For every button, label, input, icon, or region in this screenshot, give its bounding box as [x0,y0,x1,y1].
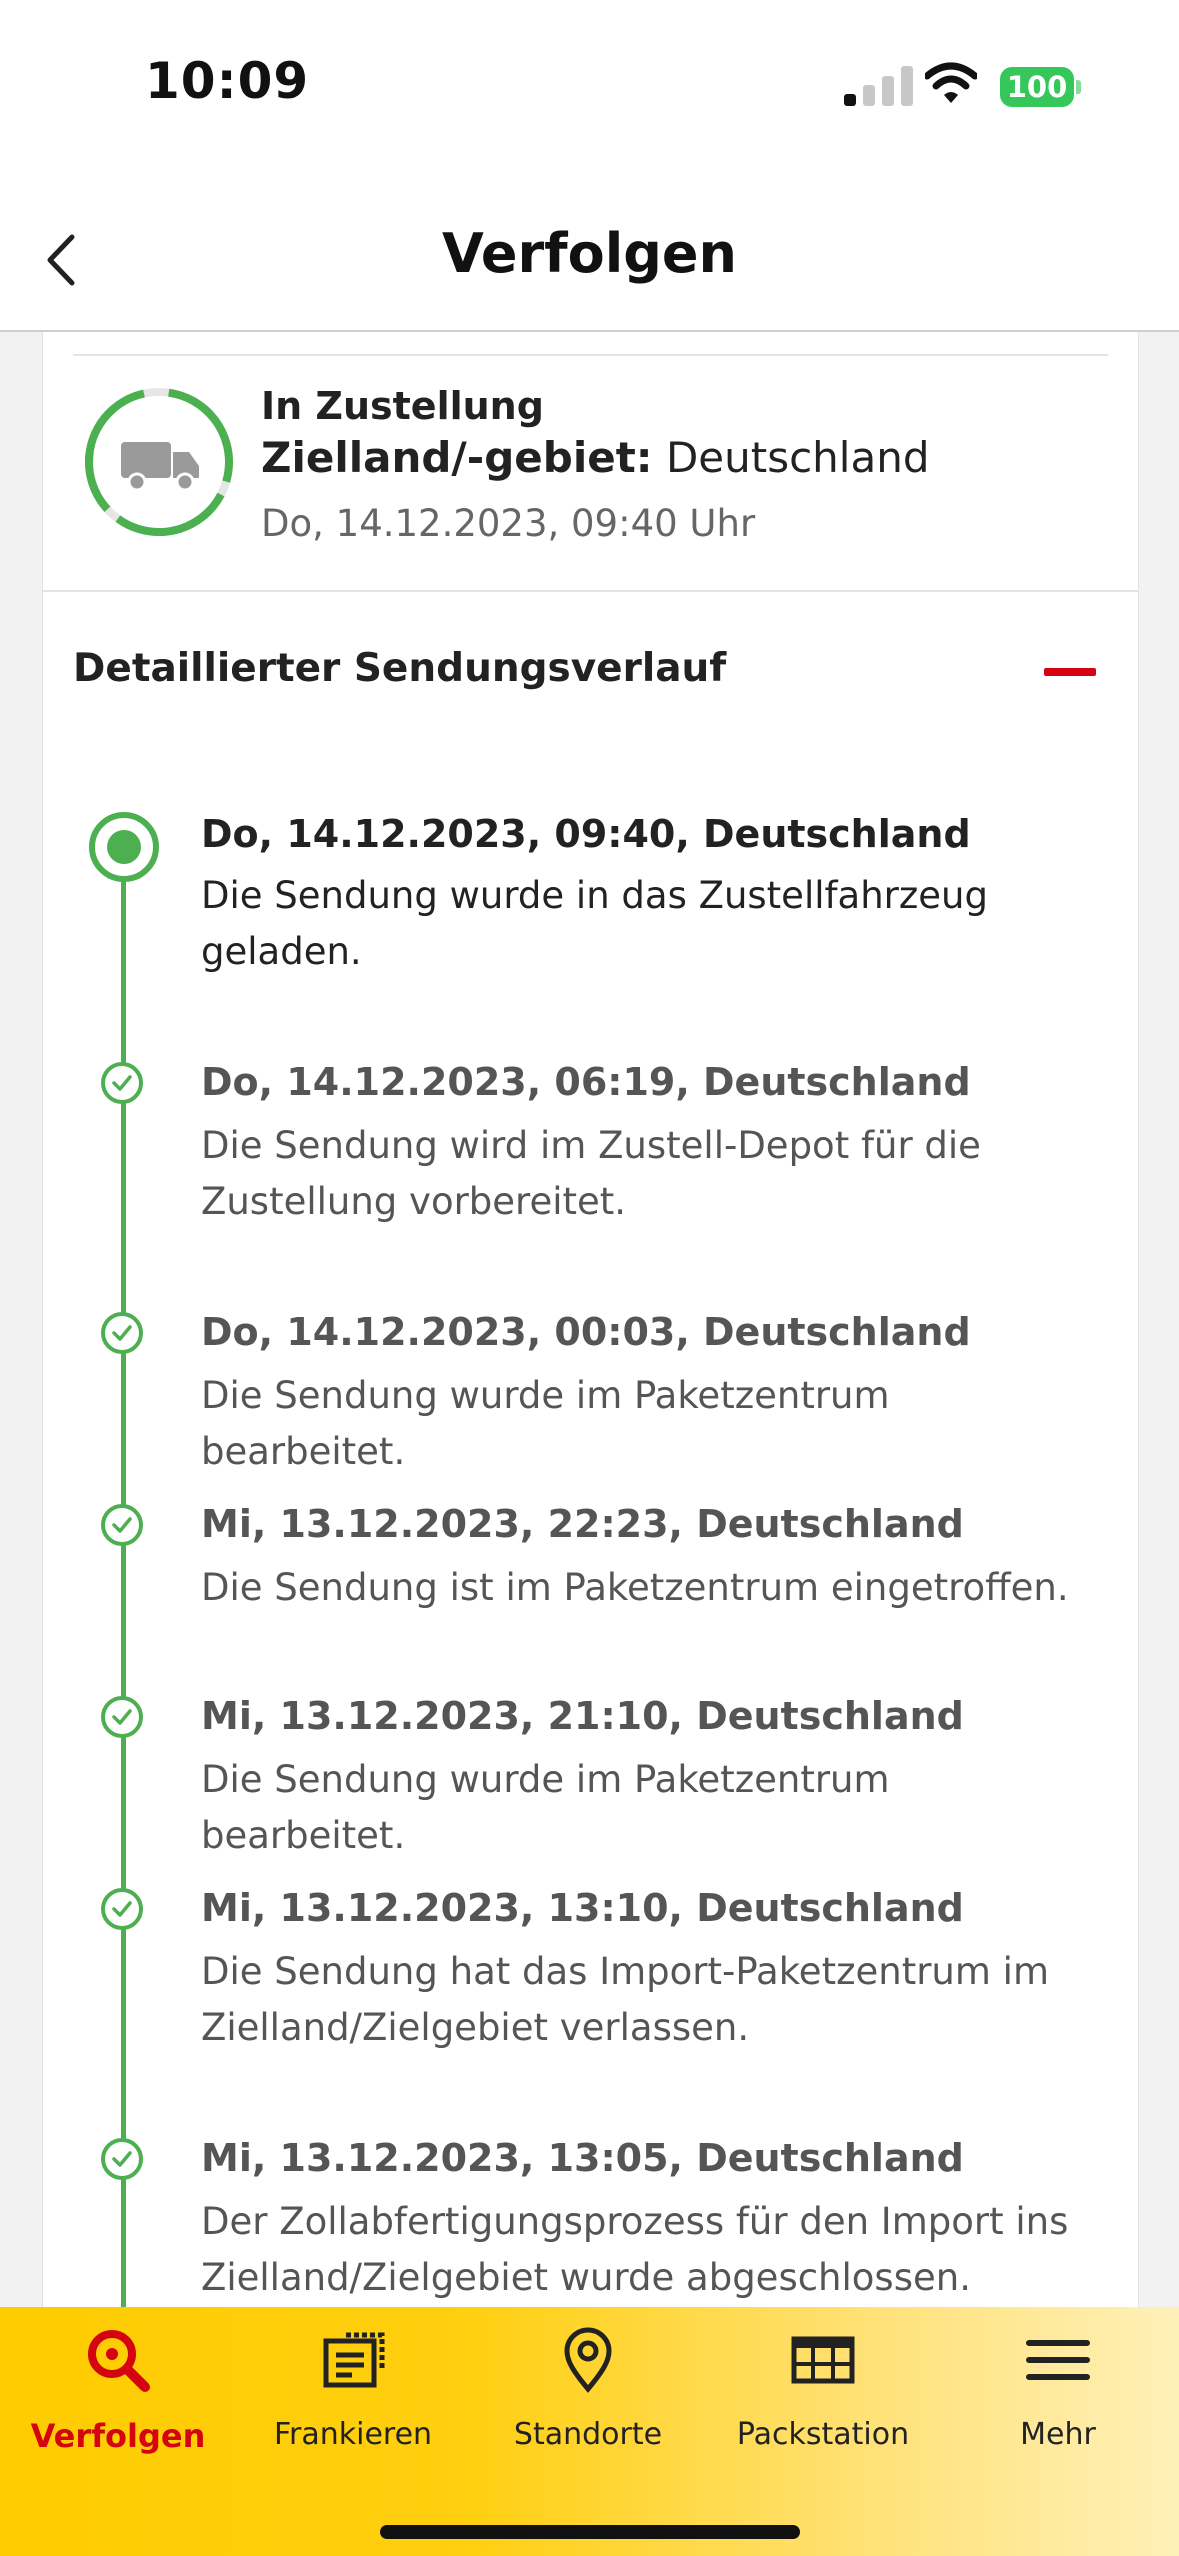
checkmark-icon [101,1504,143,1546]
card-top-divider [73,354,1108,356]
event-heading: Mi, 13.12.2023, 13:10, Deutschland [201,1886,964,1930]
event-description: Die Sendung wurde in das Zustellfahrzeug… [201,874,988,973]
location-pin-icon [564,2327,612,2393]
delivery-van-icon [121,442,199,492]
event-heading: Do, 14.12.2023, 00:03, Deutschland [201,1310,971,1354]
status-title: In Zustellung [261,384,544,428]
current-status-icon [89,812,159,882]
page-title: Verfolgen [442,222,737,285]
card-divider [43,590,1138,592]
tab-packstation[interactable]: Packstation [713,2323,933,2493]
checkmark-icon [101,1696,143,1738]
navigation-header: Verfolgen [0,200,1179,332]
event-heading: Mi, 13.12.2023, 21:10, Deutschland [201,1694,964,1738]
event-description: Die Sendung wurde im Paketzentrum bearbe… [201,1758,890,1857]
stamp-icon [323,2332,385,2388]
wifi-icon [925,62,977,103]
destination-label: Zielland/-gebiet: [261,433,653,482]
event-heading: Mi, 13.12.2023, 13:05, Deutschland [201,2136,964,2180]
event-heading: Mi, 13.12.2023, 22:23, Deutschland [201,1502,964,1546]
shipment-card: In Zustellung Zielland/-gebiet: Deutschl… [42,332,1139,2352]
checkmark-icon [101,1312,143,1354]
bottom-tab-bar: Verfolgen Frankieren Standorte Packstati… [0,2307,1179,2556]
cellular-signal-icon [844,66,913,106]
status-bar: 10:09 100 [0,0,1179,200]
tab-label: Verfolgen [30,2417,206,2455]
event-description: Der Zollabfertigungsprozess für den Impo… [201,2200,1069,2299]
tab-label: Standorte [513,2417,663,2452]
home-indicator[interactable] [380,2525,800,2539]
history-title: Detaillierter Sendungsverlauf [73,646,727,691]
packstation-icon [791,2336,855,2384]
checkmark-icon [101,2138,143,2180]
delivery-progress-ring [84,388,233,536]
tab-verfolgen[interactable]: Verfolgen [8,2323,228,2493]
checkmark-icon [101,1888,143,1930]
destination-value: Deutschland [665,433,930,482]
event-description: Die Sendung wurde im Paketzentrum bearbe… [201,1374,890,1473]
event-heading: Do, 14.12.2023, 06:19, Deutschland [201,1060,971,1104]
destination-line: Zielland/-gebiet: Deutschland [261,430,1111,486]
tab-label: Frankieren [273,2417,433,2452]
tab-label: Packstation [736,2417,910,2452]
battery-tip [1076,80,1081,94]
tab-label: Mehr [1020,2417,1096,2452]
checkmark-icon [101,1062,143,1104]
event-heading: Do, 14.12.2023, 09:40, Deutschland [201,812,971,856]
history-section-header[interactable]: Detaillierter Sendungsverlauf [73,632,1108,712]
event-description: Die Sendung ist im Paketzentrum eingetro… [201,1566,1069,1609]
tab-standorte[interactable]: Standorte [478,2323,698,2493]
status-timestamp: Do, 14.12.2023, 09:40 Uhr [261,502,756,545]
tab-mehr[interactable]: Mehr [948,2323,1168,2493]
shipment-status: In Zustellung Zielland/-gebiet: Deutschl… [261,382,1111,550]
event-description: Die Sendung wird im Zustell-Depot für di… [201,1124,981,1223]
battery-indicator: 100 [1000,67,1082,107]
collapse-minus-icon[interactable] [1044,668,1096,676]
tab-frankieren[interactable]: Frankieren [243,2323,463,2493]
search-icon [88,2330,150,2392]
event-description: Die Sendung hat das Import-Paketzentrum … [201,1950,1050,2049]
battery-level: 100 [1000,67,1074,107]
status-time: 10:09 [145,52,310,110]
menu-icon [1026,2340,1090,2380]
